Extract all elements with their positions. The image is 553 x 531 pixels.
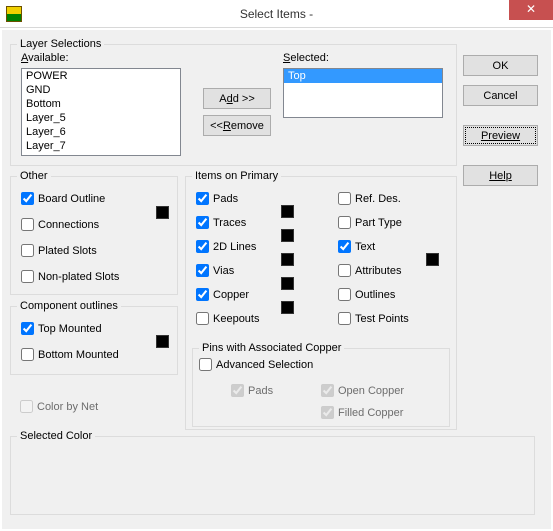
text-checkbox[interactable]: Text [338, 240, 375, 253]
2dlines-checkbox[interactable]: 2D Lines [196, 240, 256, 253]
outlines-checkbox[interactable]: Outlines [338, 288, 395, 301]
list-item[interactable]: POWER [22, 69, 180, 83]
client-area: OK Cancel Preview Help Layer Selections … [2, 30, 551, 529]
vias-checkbox[interactable]: Vias [196, 264, 234, 277]
pads-swatch[interactable] [281, 205, 294, 218]
connections-checkbox[interactable]: Connections [21, 218, 99, 231]
selected-label: Selected: [283, 52, 329, 64]
text-swatch[interactable] [426, 253, 439, 266]
pads-checkbox[interactable]: Pads [196, 192, 238, 205]
titlebar: Select Items - ✕ [0, 0, 553, 28]
selected-color-legend: Selected Color [17, 430, 95, 442]
available-label: Available: [21, 52, 69, 64]
window: Select Items - ✕ OK Cancel Preview Help … [0, 0, 553, 531]
parttype-checkbox[interactable]: Part Type [338, 216, 402, 229]
vias-swatch[interactable] [281, 277, 294, 290]
attributes-checkbox[interactable]: Attributes [338, 264, 401, 277]
copper-checkbox[interactable]: Copper [196, 288, 249, 301]
list-item[interactable]: Bottom [22, 97, 180, 111]
layer-selections-legend: Layer Selections [17, 38, 104, 50]
open-copper-checkbox: Open Copper [321, 384, 404, 397]
component-outlines-group: Component outlines Top Mounted Bottom Mo… [10, 300, 178, 375]
remove-button[interactable]: <<Remove [203, 115, 271, 136]
app-icon [6, 6, 22, 22]
pins-associated-copper-group: Pins with Associated Copper Advanced Sel… [192, 342, 450, 427]
filled-copper-checkbox: Filled Copper [321, 406, 403, 419]
pins-associated-copper-legend: Pins with Associated Copper [199, 342, 344, 354]
other-group: Other Board Outline Connections Plated S… [10, 170, 178, 295]
advanced-selection-checkbox[interactable]: Advanced Selection [199, 358, 313, 371]
other-legend: Other [17, 170, 51, 182]
refdes-checkbox[interactable]: Ref. Des. [338, 192, 401, 205]
layer-selections-group: Layer Selections Available: POWER GND Bo… [10, 38, 457, 166]
help-button[interactable]: Help [463, 165, 538, 186]
preview-button[interactable]: Preview [463, 125, 538, 146]
2dlines-swatch[interactable] [281, 253, 294, 266]
plated-slots-checkbox[interactable]: Plated Slots [21, 244, 97, 257]
copper-swatch[interactable] [281, 301, 294, 314]
list-item[interactable]: Layer_6 [22, 125, 180, 139]
items-on-primary-group: Items on Primary Pads Traces 2D Lines Vi… [185, 170, 457, 430]
nonplated-slots-checkbox[interactable]: Non-plated Slots [21, 270, 119, 283]
list-item[interactable]: Layer_5 [22, 111, 180, 125]
available-listbox[interactable]: POWER GND Bottom Layer_5 Layer_6 Layer_7 [21, 68, 181, 156]
list-item[interactable]: Layer_7 [22, 139, 180, 153]
component-outlines-legend: Component outlines [17, 300, 121, 312]
bottom-mounted-checkbox[interactable]: Bottom Mounted [21, 348, 119, 361]
close-button[interactable]: ✕ [509, 0, 553, 20]
items-on-primary-legend: Items on Primary [192, 170, 281, 182]
pins-pads-checkbox: Pads [231, 384, 273, 397]
ok-button[interactable]: OK [463, 55, 538, 76]
board-outline-checkbox[interactable]: Board Outline [21, 192, 105, 205]
keepouts-checkbox[interactable]: Keepouts [196, 312, 259, 325]
add-button[interactable]: Add >> [203, 88, 271, 109]
window-title: Select Items - [0, 7, 553, 21]
list-item[interactable]: Top [284, 69, 442, 83]
cancel-button[interactable]: Cancel [463, 85, 538, 106]
selected-color-group: Selected Color [10, 430, 535, 515]
list-item[interactable]: GND [22, 83, 180, 97]
color-by-net-checkbox: Color by Net [20, 400, 98, 413]
top-mounted-checkbox[interactable]: Top Mounted [21, 322, 102, 335]
testpoints-checkbox[interactable]: Test Points [338, 312, 409, 325]
top-mounted-swatch[interactable] [156, 335, 169, 348]
board-outline-swatch[interactable] [156, 206, 169, 219]
traces-checkbox[interactable]: Traces [196, 216, 246, 229]
traces-swatch[interactable] [281, 229, 294, 242]
selected-listbox[interactable]: Top [283, 68, 443, 118]
